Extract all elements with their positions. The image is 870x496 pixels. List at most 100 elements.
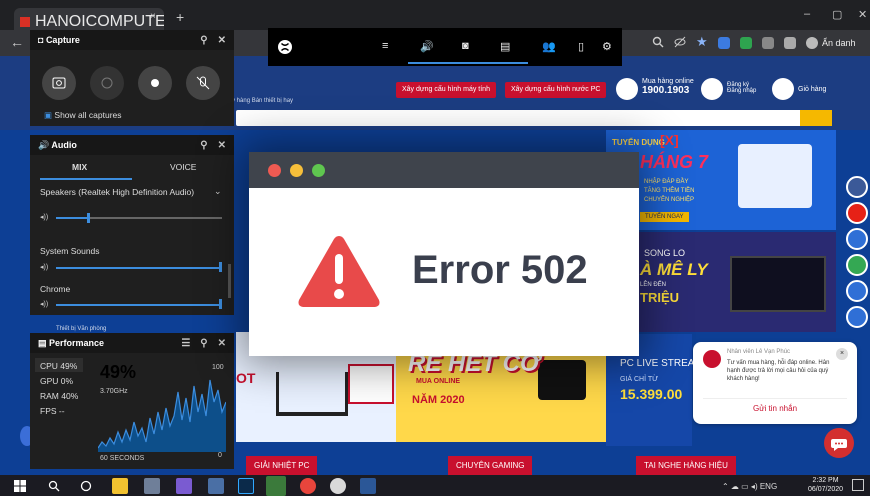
error-window-titlebar xyxy=(249,152,639,188)
extension-icon[interactable] xyxy=(718,37,730,49)
tab-voice[interactable]: VOICE xyxy=(170,162,196,172)
search-icon[interactable] xyxy=(652,36,664,48)
account-icon[interactable] xyxy=(701,78,723,100)
site-search-button[interactable] xyxy=(800,110,832,126)
maximize-dot[interactable] xyxy=(312,164,325,177)
pin-icon[interactable]: ⚲ xyxy=(200,35,207,46)
send-message-button[interactable]: Gửi tin nhắn xyxy=(703,398,847,413)
language-indicator[interactable]: ENG xyxy=(760,482,777,491)
category-button[interactable]: CHUYÊN GAMING xyxy=(448,456,533,476)
minimize-button[interactable]: – xyxy=(804,8,810,20)
minimize-dot[interactable] xyxy=(290,164,303,177)
performance-close-icon[interactable]: ✕ xyxy=(218,338,226,349)
audio-close-icon[interactable]: ✕ xyxy=(218,140,226,151)
audio-widget-icon[interactable]: 🔊 xyxy=(420,40,434,53)
volume-icon: ◂)) xyxy=(40,214,49,221)
hotline-number: 1900.1903 xyxy=(642,85,690,96)
chat-close-button[interactable]: × xyxy=(836,348,848,360)
record-last-button[interactable] xyxy=(90,66,124,100)
email-icon[interactable] xyxy=(846,228,868,250)
browser-tab[interactable]: HANOICOMPUTER - HI-END CO xyxy=(14,8,164,30)
recruit-title: TUYỂN DỤNG xyxy=(612,138,665,147)
extension-icon[interactable] xyxy=(762,37,774,49)
facebook-icon[interactable] xyxy=(846,176,868,198)
social-widget-icon[interactable]: 👥 xyxy=(542,40,556,53)
build-water-pc-button[interactable]: Xây dựng cấu hình nước PC xyxy=(505,82,607,98)
performance-widget-icon[interactable]: ▤ xyxy=(500,40,510,53)
chrome-volume-thumb[interactable] xyxy=(219,299,222,309)
xbox-icon[interactable] xyxy=(278,40,292,54)
category-link[interactable]: Thiết bị Văn phòng xyxy=(56,326,106,332)
task-view-icon[interactable] xyxy=(80,480,92,492)
maximize-button[interactable]: ▢ xyxy=(832,8,842,21)
messenger-icon[interactable] xyxy=(846,306,868,328)
tools-icon[interactable] xyxy=(846,280,868,302)
tab-close-icon[interactable]: × xyxy=(150,11,156,22)
word-icon[interactable] xyxy=(360,478,376,494)
audio-scrollbar[interactable] xyxy=(228,264,231,298)
show-all-captures-label: Show all captures xyxy=(54,110,122,120)
pc-banner-price-label: GIÁ CHỈ TỪ xyxy=(620,376,659,383)
close-window-button[interactable]: ✕ xyxy=(858,8,867,21)
hotline[interactable]: Mua hàng online 1900.1903 xyxy=(642,78,694,96)
gpu-stat[interactable]: GPU 0% xyxy=(40,376,73,386)
app-icon[interactable] xyxy=(266,476,286,496)
category-button[interactable]: TAI NGHE HÀNG HIỆU xyxy=(636,456,736,476)
chrome-icon[interactable] xyxy=(330,478,346,494)
audio-device-select[interactable]: Speakers (Realtek High Definition Audio) xyxy=(40,187,194,197)
mic-off-button[interactable] xyxy=(186,66,220,100)
laptop-banner-amount: TRIỆU xyxy=(640,290,679,305)
bookmark-star-icon[interactable]: ★ xyxy=(696,34,708,50)
app-icon[interactable] xyxy=(144,478,160,494)
ram-stat[interactable]: RAM 40% xyxy=(40,391,78,401)
performance-title: Performance xyxy=(49,338,105,348)
messenger-chat-button[interactable] xyxy=(824,428,854,458)
recruit-button[interactable]: TUYỂN NGAY xyxy=(640,212,689,222)
tab-mix[interactable]: MIX xyxy=(72,162,87,172)
fps-stat[interactable]: FPS -- xyxy=(40,406,65,416)
master-volume-thumb[interactable] xyxy=(86,213,90,223)
capture-widget-icon[interactable]: ◙ xyxy=(462,40,469,52)
system-tray[interactable]: ⌃ ☁ ▭ ◂) ENG xyxy=(722,482,777,491)
screenshot-button[interactable] xyxy=(42,66,76,100)
youtube-icon[interactable] xyxy=(846,202,868,224)
show-all-captures-link[interactable]: ▣ Show all captures xyxy=(44,110,122,121)
extension-icon[interactable] xyxy=(740,37,752,49)
notifications-icon[interactable] xyxy=(852,479,864,491)
cart-icon[interactable] xyxy=(772,78,794,100)
taskbar-clock[interactable]: 2:32 PM 06/07/2020 xyxy=(808,476,843,494)
category-button[interactable]: GIẢI NHIỆT PC xyxy=(246,456,318,476)
account-label[interactable]: Đăng ký Đăng nhập xyxy=(727,82,761,94)
photoshop-icon[interactable] xyxy=(238,478,254,494)
system-sounds-volume-thumb[interactable] xyxy=(219,262,222,272)
record-button[interactable] xyxy=(138,66,172,100)
chrome-icon[interactable] xyxy=(300,478,316,494)
volume-icon: ◂)) xyxy=(40,264,49,271)
settings-icon[interactable]: ⚙ xyxy=(602,40,612,53)
back-button[interactable]: ← xyxy=(10,34,24,50)
error-message: Error 502 xyxy=(412,248,588,292)
search-icon[interactable] xyxy=(48,480,60,492)
extensions-puzzle-icon[interactable] xyxy=(784,37,796,49)
build-pc-button[interactable]: Xây dựng cấu hình máy tính xyxy=(396,82,496,98)
app-icon[interactable] xyxy=(208,478,224,494)
pin-icon[interactable]: ⚲ xyxy=(200,140,207,151)
incognito-eye-icon[interactable] xyxy=(674,36,686,48)
app-icon[interactable] xyxy=(176,478,192,494)
pin-icon[interactable]: ⚲ xyxy=(200,338,207,349)
capture-close-icon[interactable]: ✕ xyxy=(218,35,226,46)
file-explorer-icon[interactable] xyxy=(112,478,128,494)
cart-label[interactable]: Giỏ hàng xyxy=(798,86,826,93)
profile-button[interactable]: Ẩn danh xyxy=(806,37,856,49)
chevron-down-icon[interactable]: ⌄ xyxy=(214,186,222,197)
close-dot[interactable] xyxy=(268,164,281,177)
site-search-input[interactable] xyxy=(236,110,832,126)
phone-call-icon[interactable] xyxy=(846,254,868,276)
widget-menu-icon[interactable]: ≡ xyxy=(382,40,388,52)
mouse-icon[interactable]: ▯ xyxy=(578,40,584,53)
new-tab-button[interactable]: + xyxy=(176,9,184,25)
recruit-line: NHẬP ĐÁP ĐẦY xyxy=(644,179,689,185)
cpu-stat[interactable]: CPU 49% xyxy=(40,361,77,371)
options-icon[interactable]: ☰ xyxy=(181,338,190,349)
windows-start-icon[interactable] xyxy=(14,480,26,492)
